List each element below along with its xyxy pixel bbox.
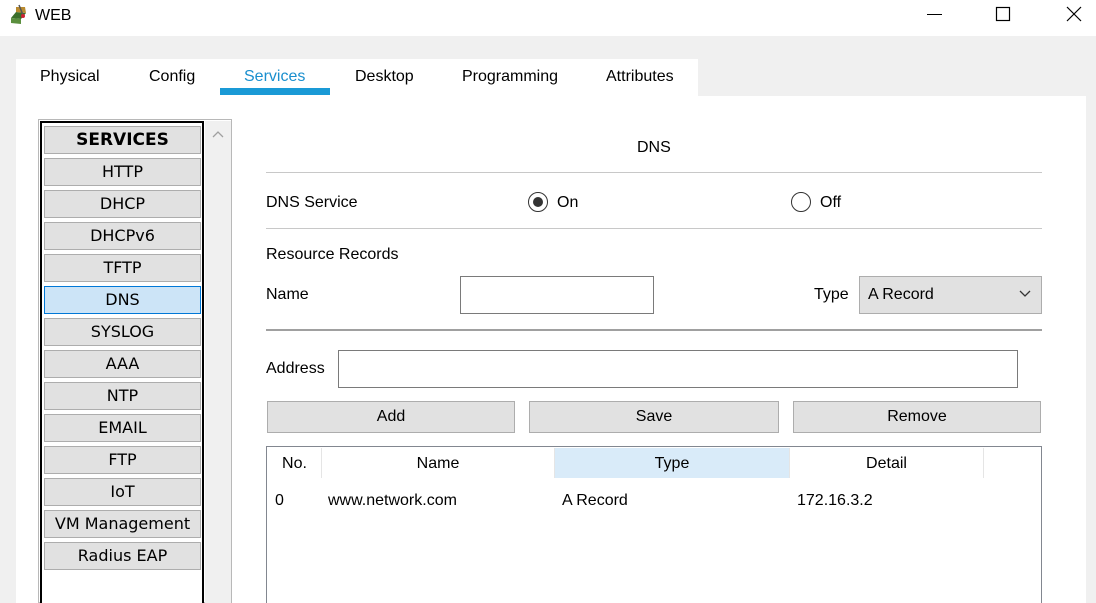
service-ntp[interactable]: NTP — [44, 382, 201, 410]
scroll-up-button[interactable] — [205, 121, 231, 147]
radio-selected-dot — [533, 197, 543, 207]
save-button[interactable]: Save — [529, 401, 779, 433]
address-input[interactable] — [338, 350, 1018, 388]
active-tab-indicator — [220, 88, 330, 95]
close-button[interactable] — [1050, 0, 1096, 30]
tab-desktop[interactable]: Desktop — [355, 68, 414, 86]
service-iot[interactable]: IoT — [44, 478, 201, 506]
packet-tracer-server-icon — [8, 4, 30, 26]
maximize-button[interactable] — [980, 0, 1026, 30]
type-label: Type — [814, 286, 849, 303]
record-no: 0 — [275, 492, 284, 509]
divider — [266, 228, 1042, 229]
service-tftp[interactable]: TFTP — [44, 254, 201, 282]
chevron-down-icon — [1019, 290, 1031, 297]
chevron-up-icon — [212, 131, 224, 138]
dns-off-label: Off — [820, 194, 842, 211]
maximize-icon — [995, 6, 1011, 22]
column-header-name[interactable]: Name — [322, 448, 555, 478]
service-vm-management[interactable]: VM Management — [44, 510, 201, 538]
tab-programming[interactable]: Programming — [462, 68, 558, 86]
service-syslog[interactable]: SYSLOG — [44, 318, 201, 346]
remove-button[interactable]: Remove — [793, 401, 1041, 433]
dns-service-label: DNS Service — [266, 194, 358, 211]
type-select[interactable]: A Record — [859, 276, 1042, 314]
services-header: SERVICES — [44, 126, 201, 154]
services-scrollbar[interactable] — [205, 121, 231, 603]
dns-title: DNS — [637, 139, 671, 156]
minimize-icon — [927, 14, 942, 15]
column-header-type[interactable]: Type — [555, 448, 790, 478]
divider — [266, 329, 1042, 331]
minimize-button[interactable] — [911, 0, 957, 30]
service-dns[interactable]: DNS — [44, 286, 201, 314]
name-input[interactable] — [460, 276, 654, 314]
service-email[interactable]: EMAIL — [44, 414, 201, 442]
type-select-value: A Record — [868, 286, 934, 303]
column-header-detail[interactable]: Detail — [790, 448, 984, 478]
address-label: Address — [266, 360, 325, 377]
tab-physical[interactable]: Physical — [40, 68, 100, 86]
service-dhcpv6[interactable]: DHCPv6 — [44, 222, 201, 250]
record-detail: 172.16.3.2 — [797, 492, 873, 509]
services-list: SERVICES HTTP DHCP DHCPv6 TFTP DNS SYSLO… — [40, 121, 204, 603]
dns-on-radio[interactable] — [528, 192, 548, 212]
record-name: www.network.com — [328, 492, 457, 509]
dns-records-table[interactable]: No. Name Type Detail 0 www.network.com A… — [266, 446, 1042, 603]
tab-strip: Physical Config Services Desktop Program… — [16, 59, 698, 97]
name-label: Name — [266, 286, 309, 303]
divider — [266, 172, 1042, 173]
resource-records-label: Resource Records — [266, 246, 399, 263]
tab-config[interactable]: Config — [149, 68, 195, 86]
service-dhcp[interactable]: DHCP — [44, 190, 201, 218]
tab-services[interactable]: Services — [244, 68, 305, 86]
service-radius-eap[interactable]: Radius EAP — [44, 542, 201, 570]
record-type: A Record — [562, 492, 628, 509]
service-aaa[interactable]: AAA — [44, 350, 201, 378]
dns-off-radio[interactable] — [791, 192, 811, 212]
dns-on-label: On — [557, 194, 579, 211]
service-http[interactable]: HTTP — [44, 158, 201, 186]
close-icon — [1066, 6, 1082, 22]
window-title: WEB — [35, 7, 72, 24]
column-header-no[interactable]: No. — [268, 448, 322, 478]
service-ftp[interactable]: FTP — [44, 446, 201, 474]
tab-attributes[interactable]: Attributes — [606, 68, 674, 86]
add-button[interactable]: Add — [267, 401, 515, 433]
title-bar: WEB — [0, 0, 1096, 36]
